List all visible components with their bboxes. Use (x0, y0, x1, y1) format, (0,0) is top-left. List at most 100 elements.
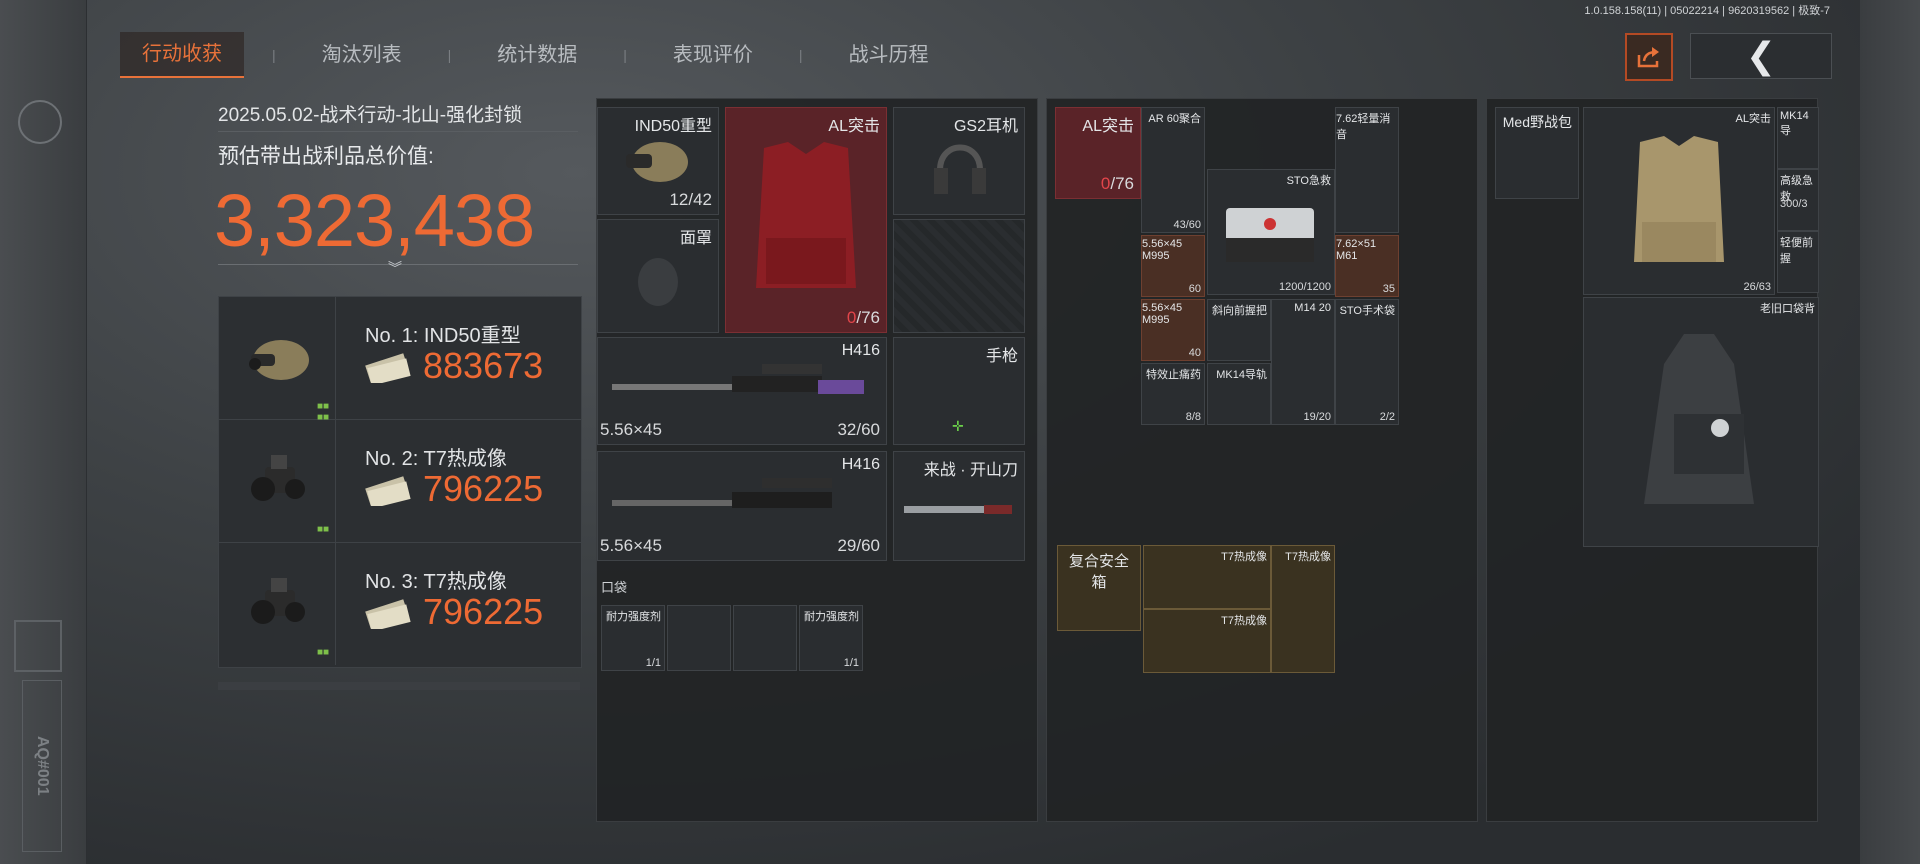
side-code: AQ#001 (22, 680, 62, 852)
tab-divider: | (272, 47, 276, 63)
backpack-cell[interactable]: 轻便前握 (1777, 231, 1819, 293)
list-item[interactable]: No. 1: IND50重型 883673 ■■ ■■ (219, 297, 581, 423)
melee-label: 来战 · 开山刀 (923, 462, 1018, 479)
pocket-item-label: 耐力强度剂 (606, 611, 661, 623)
item-label: 7.62轻量消音 (1336, 113, 1391, 141)
item-count: 35 (1382, 283, 1395, 295)
item-label: 斜向前握把 (1212, 305, 1267, 317)
empty-slot[interactable] (893, 219, 1025, 333)
rig-armor-slot[interactable]: AL突击 0/76 (1055, 107, 1141, 199)
helmet-durability: 12/42 (669, 190, 712, 209)
armor-durability: 26/63 (1743, 281, 1771, 293)
pocket-slot[interactable] (733, 605, 797, 671)
loot-value-label: 预估带出战利品总价值: (218, 145, 434, 168)
headset-slot[interactable]: GS2耳机 (893, 107, 1025, 215)
item-label: T7热成像 (1221, 615, 1267, 627)
mask-slot[interactable]: 面罩 (597, 219, 719, 333)
helmet-slot[interactable]: IND50重型 12/42 (597, 107, 719, 215)
back-button[interactable]: ❮ (1690, 33, 1832, 79)
warning-triangle-icon (14, 620, 62, 672)
pocket-slot[interactable]: 耐力强度剂 1/1 (601, 605, 665, 671)
raid-info: 2025.05.02-战术行动-北山-强化封锁 (218, 100, 578, 132)
backpack-panel: Med野战包 AL突击 26/63 MK14导 高级急救 300/3 轻便前握 … (1486, 98, 1819, 822)
bag-label: 老旧口袋背 (1760, 303, 1815, 315)
armor-slot[interactable]: AL突击 0/76 (725, 107, 887, 333)
rifle-icon (612, 478, 832, 508)
rig-cell[interactable]: MK14导轨 (1207, 363, 1271, 425)
helmet-icon (626, 142, 688, 182)
item-label: M14 20 (1294, 302, 1331, 314)
rig-cell[interactable]: 5.56×45 M995 60 (1141, 235, 1205, 297)
item-price: 796225 (423, 591, 544, 632)
item-label: 特效止痛药 (1146, 369, 1201, 381)
item-label: T7热成像 (1285, 551, 1331, 563)
bag-label: Med野战包 (1502, 114, 1572, 130)
melee-slot[interactable]: 来战 · 开山刀 (893, 451, 1025, 561)
bag-slot[interactable]: Med野战包 (1495, 107, 1579, 199)
item-label: 5.56×45 M995 (1142, 302, 1183, 326)
armor-vest-icon (756, 142, 856, 288)
item-price: 883673 (423, 345, 544, 386)
pocket-title: 口袋 (601, 580, 628, 595)
tab-loot[interactable]: 行动收获 (120, 32, 244, 78)
rig-cell[interactable]: 7.62轻量消音 (1335, 107, 1399, 233)
safe-cell[interactable]: T7热成像 (1143, 609, 1271, 673)
tab-divider: | (623, 47, 627, 63)
rig-cell[interactable]: STO急救 1200/1200 (1207, 169, 1335, 295)
pistol-slot[interactable]: 手枪 ✛ (893, 337, 1025, 445)
tab-battle-history[interactable]: 战斗历程 (831, 33, 947, 77)
rig-cell[interactable]: STO手术袋 2/2 (1335, 299, 1399, 425)
safe-box-label: 复合安全箱 (1068, 553, 1129, 591)
item-price: 796225 (423, 468, 544, 509)
backpack-slot[interactable]: 老旧口袋背 (1583, 297, 1819, 547)
weapon-ammo: 32/60 (837, 420, 880, 439)
weapon-ammo: 29/60 (837, 536, 880, 555)
grid-size-icon: ■■ (317, 524, 330, 535)
item-label: 7.62×51 M61 (1336, 238, 1377, 262)
tab-eliminations[interactable]: 淘汰列表 (304, 33, 420, 77)
cash-icon (365, 595, 411, 632)
cash-icon (365, 472, 411, 509)
share-button[interactable] (1625, 33, 1673, 81)
chevron-left-icon: ❮ (1745, 35, 1777, 76)
cash-icon (365, 349, 411, 386)
armor-durability-max: /76 (1110, 174, 1134, 193)
primary-weapon-2-slot[interactable]: H416 5.56×45 29/60 (597, 451, 887, 561)
chevron-down-icon[interactable]: ︾ (388, 258, 402, 278)
right-decor-strip (1860, 0, 1920, 864)
safe-cell[interactable]: T7热成像 (1271, 545, 1335, 673)
pocket-slot[interactable]: 耐力强度剂 1/1 (799, 605, 863, 671)
crosshair-icon (18, 100, 62, 144)
list-item[interactable]: No. 3: T7热成像 796225 ■■ (219, 543, 581, 665)
pistol-label: 手枪 (985, 348, 1018, 365)
pocket-slot[interactable] (667, 605, 731, 671)
backpack-cell[interactable]: 高级急救 300/3 (1777, 169, 1819, 231)
rig-cell[interactable]: 7.62×51 M61 35 (1335, 235, 1399, 297)
item-label: AR 60聚合 (1148, 113, 1201, 125)
safe-box-slot[interactable]: 复合安全箱 (1057, 545, 1141, 631)
item-count: 40 (1188, 347, 1201, 359)
safe-cell[interactable]: T7热成像 (1143, 545, 1271, 609)
share-icon (1637, 47, 1659, 68)
backpack-cell[interactable]: MK14导 (1777, 107, 1819, 169)
rig-cell[interactable]: 5.56×45 M995 40 (1141, 299, 1205, 361)
rifle-icon (612, 364, 864, 394)
version-text: 1.0.158.158(11) | 05022214 | 9620319562 … (1584, 5, 1830, 17)
machete-icon (904, 505, 1012, 514)
tab-performance[interactable]: 表现评价 (655, 33, 771, 77)
weapon-caliber: 5.56×45 (600, 420, 662, 439)
rig-cell[interactable]: AR 60聚合 43/60 (1141, 107, 1205, 233)
rig-cell[interactable]: 特效止痛药 8/8 (1141, 363, 1205, 425)
backpack-armor-slot[interactable]: AL突击 26/63 (1583, 107, 1775, 295)
rig-cell[interactable]: M14 20 19/20 (1271, 299, 1335, 425)
item-rank-name: No. 2: T7热成像 (365, 448, 507, 470)
armor-label: AL突击 (1082, 118, 1134, 135)
list-item[interactable]: No. 2: T7热成像 796225 ■■ (219, 420, 581, 543)
gas-mask-icon (638, 258, 678, 306)
tab-bar: 行动收获 | 淘汰列表 | 统计数据 | 表现评价 | 战斗历程 (120, 32, 947, 78)
rig-cell[interactable]: 斜向前握把 (1207, 299, 1271, 361)
tab-statistics[interactable]: 统计数据 (479, 33, 595, 77)
armor-label: AL突击 (1735, 113, 1771, 125)
tab-divider: | (798, 47, 803, 63)
primary-weapon-1-slot[interactable]: H416 5.56×45 32/60 (597, 337, 887, 445)
